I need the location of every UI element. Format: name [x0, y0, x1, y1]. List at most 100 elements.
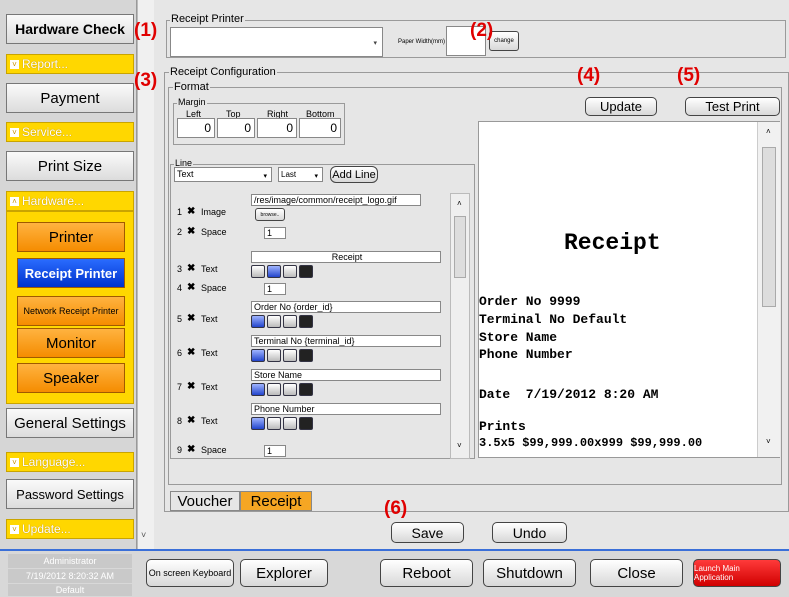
sidebar-category-label: Service... [22, 125, 73, 139]
scroll-up-icon[interactable]: ˄ [766, 127, 771, 136]
align-left-icon[interactable] [251, 383, 265, 396]
save-button[interactable]: Save [391, 522, 464, 543]
align-center-icon[interactable] [267, 265, 281, 278]
align-left-icon[interactable] [251, 349, 265, 362]
line-text-input[interactable]: Order No {order_id} [251, 301, 441, 313]
close-button[interactable]: Close [590, 559, 683, 587]
delete-line-icon[interactable]: ✖ [187, 313, 195, 324]
chevron-up-icon: ˄ [10, 196, 19, 206]
add-line-button[interactable]: Add Line [330, 166, 378, 183]
line-number: 5 [177, 314, 183, 324]
annotation-2: (2) [470, 20, 494, 41]
dropdown-arrow-icon: ▾ [314, 173, 318, 180]
margin-right-input[interactable]: 0 [257, 118, 297, 138]
test-print-button[interactable]: Test Print [685, 97, 780, 116]
sidebar-item-printer[interactable]: Printer [17, 222, 125, 252]
delete-line-icon[interactable]: ✖ [187, 263, 195, 274]
status-profile: Default [8, 584, 132, 596]
align-center-icon[interactable] [267, 417, 281, 430]
sidebar-item-print-size[interactable]: Print Size [6, 151, 134, 181]
line-text-input[interactable]: Terminal No {terminal_id} [251, 335, 441, 347]
font-style-icon[interactable] [299, 265, 313, 278]
line-text-input[interactable]: Store Name [251, 369, 441, 381]
line-number: 7 [177, 382, 183, 392]
line-space-input[interactable]: 1 [264, 283, 286, 295]
line-type-value: Text [177, 169, 194, 179]
line-image-path[interactable]: /res/image/common/receipt_logo.gif [251, 194, 421, 206]
sidebar-category-report[interactable]: ˅ Report... [6, 54, 134, 74]
line-text-input[interactable]: Receipt [251, 251, 441, 263]
align-left-icon[interactable] [251, 315, 265, 328]
update-button[interactable]: Update [585, 97, 657, 116]
margin-left-input[interactable]: 0 [177, 118, 215, 138]
sidebar-item-receipt-printer[interactable]: Receipt Printer [17, 258, 125, 288]
preview-line: Prints [479, 419, 526, 434]
reboot-button[interactable]: Reboot [380, 559, 473, 587]
printer-select[interactable]: ▾ [170, 27, 383, 57]
sidebar-item-network-receipt-printer[interactable]: Network Receipt Printer [17, 296, 125, 326]
align-center-icon[interactable] [267, 349, 281, 362]
line-text-input[interactable]: Phone Number [251, 403, 441, 415]
sidebar-category-language[interactable]: ˅ Language... [6, 452, 134, 472]
sidebar-item-monitor[interactable]: Monitor [17, 328, 125, 358]
line-space-input[interactable]: 1 [264, 445, 286, 457]
line-list-scrollbar[interactable]: ˄ ˅ [450, 193, 470, 459]
align-left-icon[interactable] [251, 417, 265, 430]
margin-bottom-input[interactable]: 0 [299, 118, 341, 138]
scroll-thumb[interactable] [762, 147, 776, 307]
sidebar-category-update[interactable]: ˅ Update... [6, 519, 134, 539]
margin-top-input[interactable]: 0 [217, 118, 255, 138]
delete-line-icon[interactable]: ✖ [187, 444, 195, 455]
font-style-icon[interactable] [299, 383, 313, 396]
shutdown-button[interactable]: Shutdown [483, 559, 576, 587]
font-style-icon[interactable] [299, 315, 313, 328]
sidebar-item-general-settings[interactable]: General Settings [6, 408, 134, 438]
line-type: Text [201, 382, 218, 392]
scroll-thumb[interactable] [454, 216, 466, 278]
change-button[interactable]: change [489, 31, 519, 51]
sidebar-category-hardware[interactable]: ˄ Hardware... [6, 191, 134, 211]
browse-button[interactable]: browse.. [255, 208, 285, 221]
delete-line-icon[interactable]: ✖ [187, 347, 195, 358]
chevron-down-icon: ˅ [10, 59, 19, 69]
scroll-down-icon[interactable]: ˅ [766, 437, 771, 446]
align-center-icon[interactable] [267, 383, 281, 396]
preview-line: Date 7/19/2012 8:20 AM [479, 387, 659, 402]
font-style-icon[interactable] [299, 417, 313, 430]
sidebar: Hardware Check ˅ Report... Payment ˅ Servi… [0, 0, 137, 549]
launch-main-application-button[interactable]: Launch Main Application [693, 559, 781, 587]
align-right-icon[interactable] [283, 265, 297, 278]
on-screen-keyboard-button[interactable]: On screen Keyboard [146, 559, 234, 587]
line-type-select[interactable]: Text ▾ [174, 167, 272, 182]
explorer-button[interactable]: Explorer [240, 559, 328, 587]
align-right-icon[interactable] [283, 349, 297, 362]
preview-scrollbar[interactable]: ˄ ˅ [757, 122, 780, 457]
line-position-select[interactable]: Last ▾ [278, 167, 323, 182]
line-number: 9 [177, 445, 183, 455]
align-center-icon[interactable] [267, 315, 281, 328]
delete-line-icon[interactable]: ✖ [187, 206, 195, 217]
sidebar-category-service[interactable]: ˅ Service... [6, 122, 134, 142]
sidebar-item-password-settings[interactable]: Password Settings [6, 479, 134, 509]
delete-line-icon[interactable]: ✖ [187, 282, 195, 293]
sidebar-item-payment[interactable]: Payment [6, 83, 134, 113]
font-style-icon[interactable] [299, 349, 313, 362]
delete-line-icon[interactable]: ✖ [187, 415, 195, 426]
tab-receipt[interactable]: Receipt [240, 491, 312, 511]
annotation-5: (5) [677, 65, 701, 86]
align-right-icon[interactable] [283, 315, 297, 328]
scroll-down-icon[interactable]: ˅ [141, 530, 146, 540]
align-right-icon[interactable] [283, 383, 297, 396]
sidebar-item-speaker[interactable]: Speaker [17, 363, 125, 393]
scroll-down-icon[interactable]: ˅ [457, 441, 462, 450]
sidebar-hardware-check[interactable]: Hardware Check [6, 14, 134, 44]
undo-button[interactable]: Undo [492, 522, 567, 543]
line-space-input[interactable]: 1 [264, 227, 286, 239]
delete-line-icon[interactable]: ✖ [187, 226, 195, 237]
sidebar-category-label: Language... [22, 455, 86, 469]
tab-voucher[interactable]: Voucher [170, 491, 240, 511]
scroll-up-icon[interactable]: ˄ [457, 199, 462, 208]
align-left-icon[interactable] [251, 265, 265, 278]
delete-line-icon[interactable]: ✖ [187, 381, 195, 392]
align-right-icon[interactable] [283, 417, 297, 430]
